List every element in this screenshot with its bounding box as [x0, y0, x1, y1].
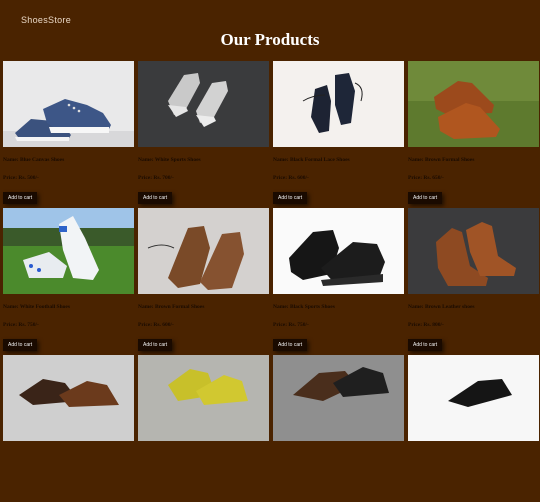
product-price: Price: Rs. 800/-: [408, 322, 444, 328]
product-image-brown-formal[interactable]: [408, 61, 539, 147]
product-name: Name: White Football Shoes: [3, 304, 70, 310]
product-image-row3-1[interactable]: [3, 355, 134, 441]
product-image-row3-2[interactable]: [138, 355, 269, 441]
page-title: Our Products: [220, 30, 320, 49]
add-to-cart-button[interactable]: Add to cart: [138, 339, 173, 351]
add-to-cart-button[interactable]: Add to cart: [3, 192, 38, 204]
product-image-blue-canvas[interactable]: [3, 61, 134, 147]
product-name: Name: Brown Formal Shoes: [408, 157, 475, 163]
product-card: [3, 355, 134, 502]
add-to-cart-button[interactable]: Add to cart: [138, 192, 173, 204]
product-image-black-sports[interactable]: [273, 208, 404, 294]
product-name: Name: Black Sports Shoes: [273, 304, 335, 310]
product-price: Price: Rs. 750/-: [3, 322, 39, 328]
add-to-cart-button[interactable]: Add to cart: [3, 339, 38, 351]
product-name: Name: Brown Leather shoes: [408, 304, 475, 310]
product-card: Name: Black Formal Lace Shoes Price: Rs.…: [273, 61, 404, 208]
product-card: [408, 355, 539, 502]
product-name: Name: White Sports Shoes: [138, 157, 201, 163]
product-card: Name: Brown Formal Shoes Price: Rs. 650/…: [408, 61, 539, 208]
add-to-cart-button[interactable]: Add to cart: [273, 339, 308, 351]
product-card: Name: Brown Leather shoes Price: Rs. 800…: [408, 208, 539, 355]
product-name: Name: Brown Formal Shoes: [138, 304, 205, 310]
product-image-row3-4[interactable]: [408, 355, 539, 441]
product-image-brown-formal-2[interactable]: [138, 208, 269, 294]
product-image-white-sports[interactable]: [138, 61, 269, 147]
product-image-white-football[interactable]: [3, 208, 134, 294]
add-to-cart-button[interactable]: Add to cart: [273, 192, 308, 204]
product-card: Name: White Sports Shoes Price: Rs. 700/…: [138, 61, 269, 208]
product-card: [138, 355, 269, 502]
product-name: Name: Black Formal Lace Shoes: [273, 157, 350, 163]
product-image-brown-leather[interactable]: [408, 208, 539, 294]
product-card: [273, 355, 404, 502]
product-card: Name: Blue Canvas Shoes Price: Rs. 500/-…: [3, 61, 134, 208]
product-card: Name: White Football Shoes Price: Rs. 75…: [3, 208, 134, 355]
product-price: Price: Rs. 650/-: [408, 175, 444, 181]
product-image-black-formal-lace[interactable]: [273, 61, 404, 147]
add-to-cart-button[interactable]: Add to cart: [408, 192, 443, 204]
product-image-row3-3[interactable]: [273, 355, 404, 441]
product-price: Price: Rs. 600/-: [273, 175, 309, 181]
product-price: Price: Rs. 700/-: [138, 175, 174, 181]
product-price: Price: Rs. 750/-: [273, 322, 309, 328]
product-grid: Name: Blue Canvas Shoes Price: Rs. 500/-…: [3, 61, 539, 502]
product-name: Name: Blue Canvas Shoes: [3, 157, 65, 163]
brand-logo[interactable]: ShoesStore: [21, 15, 71, 25]
product-card: Name: Black Sports Shoes Price: Rs. 750/…: [273, 208, 404, 355]
product-card: Name: Brown Formal Shoes Price: Rs. 600/…: [138, 208, 269, 355]
product-price: Price: Rs. 500/-: [3, 175, 39, 181]
product-price: Price: Rs. 600/-: [138, 322, 174, 328]
add-to-cart-button[interactable]: Add to cart: [408, 339, 443, 351]
